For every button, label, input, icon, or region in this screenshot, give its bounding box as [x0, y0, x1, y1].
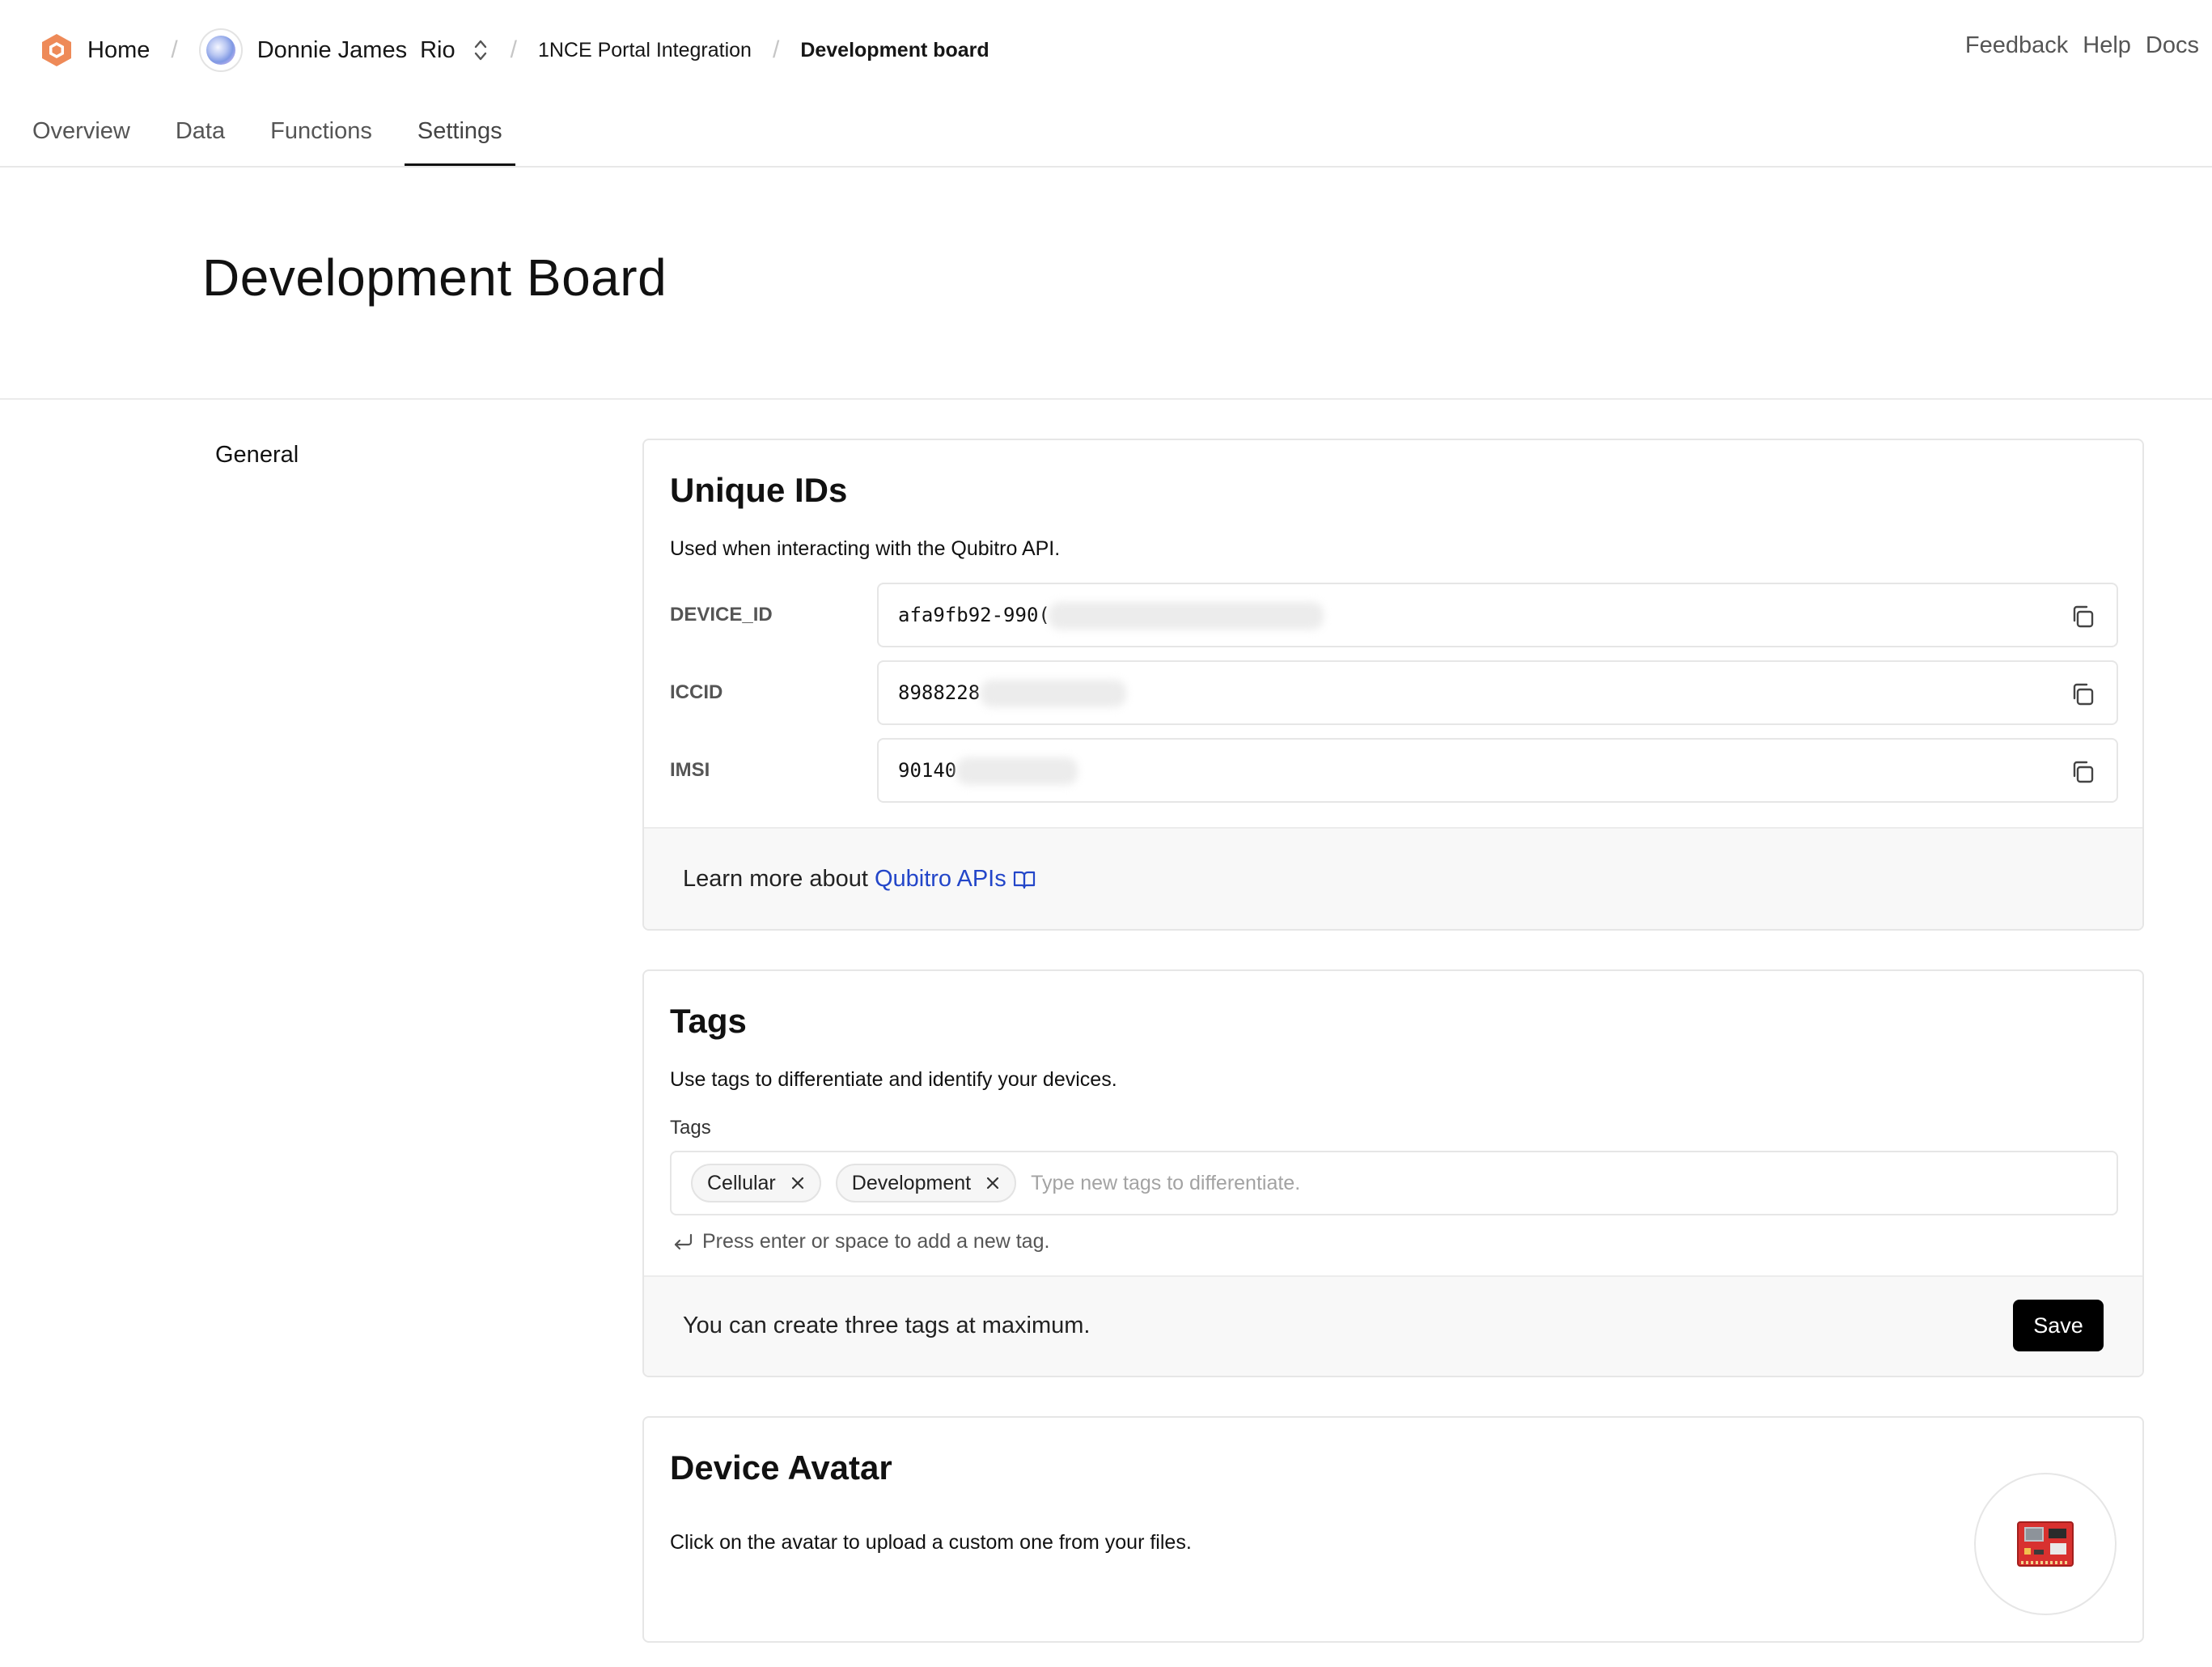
tags-field-label: Tags	[670, 1117, 711, 1139]
chevron-up-down-icon	[474, 40, 486, 61]
hexagon-logo-icon	[42, 34, 71, 66]
sidebar-item-general[interactable]: General	[215, 442, 299, 469]
redacted-value	[1049, 602, 1324, 630]
divider	[0, 166, 2212, 168]
id-value: afa9fb92-990(	[898, 604, 1050, 626]
tag-chip: Cellular	[691, 1164, 821, 1203]
project-switcher[interactable]: Donnie James Rio	[198, 28, 489, 72]
enter-arrow-icon	[674, 1233, 693, 1249]
tab-settings[interactable]: Settings	[404, 113, 515, 167]
tags-card: Tags Use tags to differentiate and ident…	[642, 969, 2144, 1377]
tag-chip-label: Development	[851, 1171, 972, 1194]
id-value: 8988228	[898, 681, 981, 704]
iccid-row: ICCID 8988228	[670, 660, 2142, 725]
card-description: Click on the avatar to upload a custom o…	[670, 1531, 1192, 1554]
tag-chip: Development	[835, 1164, 1017, 1203]
qubitro-apis-link-label: Qubitro APIs	[874, 866, 1006, 892]
imsi-field[interactable]: 90140	[877, 738, 2118, 803]
id-label: ICCID	[670, 681, 723, 703]
copy-icon[interactable]	[2070, 759, 2095, 785]
top-links: Feedback Help Docs	[1965, 32, 2199, 59]
breadcrumb: Home / Donnie James Rio / 1NCE Portal In…	[40, 24, 989, 76]
card-title: Tags	[670, 1002, 747, 1040]
development-board-icon	[2017, 1521, 2074, 1567]
breadcrumb-separator: /	[171, 36, 178, 63]
tab-overview[interactable]: Overview	[19, 113, 143, 167]
breadcrumb-separator: /	[510, 36, 517, 63]
card-description: Used when interacting with the Qubitro A…	[670, 537, 1061, 560]
id-value: 90140	[898, 759, 957, 782]
divider	[0, 398, 2212, 400]
tab-bar: Overview Data Functions Settings	[19, 113, 535, 167]
close-icon[interactable]	[790, 1176, 805, 1190]
close-icon[interactable]	[985, 1176, 1000, 1190]
iccid-field[interactable]: 8988228	[877, 660, 2118, 725]
imsi-row: IMSI 90140	[670, 738, 2142, 803]
copy-icon[interactable]	[2070, 604, 2095, 630]
save-button[interactable]: Save	[2013, 1300, 2104, 1351]
breadcrumb-home-label: Home	[87, 36, 150, 63]
redacted-value	[981, 680, 1126, 707]
tags-hint: Press enter or space to add a new tag.	[672, 1230, 1049, 1253]
qubitro-apis-link[interactable]: Qubitro APIs	[875, 866, 1036, 893]
top-bar: Home / Donnie James Rio / 1NCE Portal In…	[0, 0, 2212, 100]
page-title: Development Board	[202, 248, 667, 307]
breadcrumb-integration[interactable]: 1NCE Portal Integration	[538, 39, 752, 62]
redacted-value	[956, 757, 1078, 785]
tab-data[interactable]: Data	[163, 113, 238, 167]
unique-ids-card: Unique IDs Used when interacting with th…	[642, 439, 2144, 931]
card-title: Unique IDs	[670, 471, 848, 509]
device-avatar-upload[interactable]	[1974, 1473, 2117, 1615]
breadcrumb-home[interactable]: Home	[40, 32, 150, 68]
breadcrumb-separator: /	[772, 36, 780, 63]
card-footer: You can create three tags at maximum. Sa…	[644, 1275, 2142, 1376]
copy-icon[interactable]	[2070, 681, 2095, 707]
project-name: Rio	[420, 36, 456, 63]
new-tag-input[interactable]	[1031, 1171, 1760, 1195]
feedback-link[interactable]: Feedback	[1965, 32, 2068, 59]
tags-limit-text: You can create three tags at maximum.	[683, 1313, 1091, 1338]
tags-hint-text: Press enter or space to add a new tag.	[702, 1230, 1050, 1253]
learn-more-text: Learn more about	[683, 866, 868, 892]
org-avatar	[198, 28, 243, 72]
help-link[interactable]: Help	[2083, 32, 2131, 59]
book-open-icon	[1013, 871, 1035, 889]
docs-link[interactable]: Docs	[2146, 32, 2199, 59]
card-title: Device Avatar	[670, 1449, 892, 1487]
tags-input-field[interactable]: Cellular Development	[670, 1151, 2118, 1215]
learn-more: Learn more about Qubitro APIs	[683, 866, 1036, 893]
device-id-row: DEVICE_ID afa9fb92-990(	[670, 583, 2142, 647]
id-label: DEVICE_ID	[670, 604, 773, 626]
device-avatar-card: Device Avatar Click on the avatar to upl…	[642, 1416, 2144, 1643]
breadcrumb-device: Development board	[800, 38, 989, 62]
id-label: IMSI	[670, 759, 710, 781]
tab-functions[interactable]: Functions	[257, 113, 385, 167]
card-description: Use tags to differentiate and identify y…	[670, 1068, 1117, 1091]
tag-chip-label: Cellular	[707, 1171, 776, 1194]
card-footer: Learn more about Qubitro APIs	[644, 827, 2142, 929]
device-id-field[interactable]: afa9fb92-990(	[877, 583, 2118, 647]
org-name: Donnie James	[256, 36, 408, 63]
